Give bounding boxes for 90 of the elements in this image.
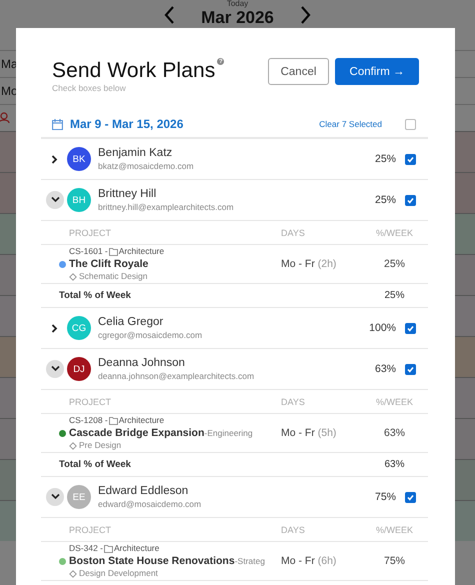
project-name: Boston State House Renovations (69, 554, 235, 568)
person-name: Brittney Hill (98, 187, 158, 201)
month-label: Mar 2026 (201, 8, 274, 27)
person-checkbox[interactable] (405, 194, 416, 206)
collapse-button[interactable] (46, 488, 64, 506)
diamond-icon (69, 442, 77, 450)
person-name: Celia Gregor (98, 315, 164, 329)
days-value: Mo - Fr (6h) (281, 555, 338, 567)
chevron-down-icon (50, 196, 60, 204)
confirm-button[interactable]: Confirm → (335, 58, 419, 85)
avatar: CG (67, 316, 91, 340)
percent-value: 25% (374, 194, 396, 206)
week-percent: 25% (382, 258, 406, 270)
project-phase: Pre Design (79, 440, 122, 451)
folder-icon (108, 247, 118, 256)
clear-selected-link[interactable]: Clear 7 Selected (319, 119, 382, 129)
percent-value: 25% (374, 153, 396, 165)
project-category: Architecture (118, 415, 164, 426)
avatar: BH (67, 188, 91, 212)
chevron-right-icon (50, 154, 60, 164)
project-code: DS-342 - (69, 543, 104, 554)
days-value: Mo - Fr (2h) (281, 258, 338, 270)
project-category: Architecture (118, 246, 164, 257)
check-icon (406, 196, 415, 204)
person-icon (0, 112, 10, 124)
cancel-button[interactable]: Cancel (268, 58, 329, 85)
person-email: cgregor@mosaicdemo.com (98, 329, 204, 341)
project-department: -Strateg (234, 555, 265, 568)
person-email: brittney.hill@examplearchitects.com (98, 201, 235, 213)
chevron-right-icon[interactable] (300, 5, 312, 25)
week-percent: 63% (382, 427, 406, 439)
total-label: Total % of Week (59, 290, 132, 301)
column-header: DAYS (281, 524, 306, 534)
percent-value: 63% (374, 363, 396, 375)
person-name: Benjamin Katz (98, 146, 174, 160)
modal-subtitle: Check boxes below (52, 83, 127, 93)
total-label: Total % of Week (59, 459, 132, 470)
column-header: %/WEEK (374, 228, 414, 238)
column-header: PROJECT (69, 228, 112, 238)
calendar-icon (52, 118, 63, 130)
modal-title: Send Work Plans (52, 58, 216, 84)
person-checkbox[interactable] (405, 322, 416, 334)
chevron-down-icon (50, 364, 60, 374)
project-category: Architecture (114, 543, 160, 554)
column-header: DAYS (281, 228, 306, 238)
project-phase: Schematic Design (79, 271, 148, 282)
person-email: bkatz@mosaicdemo.com (98, 160, 195, 172)
check-icon (406, 364, 415, 374)
person-checkbox[interactable] (405, 154, 416, 164)
person-checkbox[interactable] (405, 492, 416, 502)
diamond-icon (69, 272, 77, 280)
diamond-icon (69, 570, 77, 578)
column-header: PROJECT (69, 524, 112, 534)
avatar: BK (67, 147, 91, 171)
collapse-button[interactable] (46, 191, 64, 209)
chevron-left-icon[interactable] (163, 5, 176, 25)
person-email: edward@mosaicdemo.com (98, 498, 202, 510)
check-icon (406, 324, 415, 332)
chevron-right-icon (50, 324, 60, 332)
column-header: %/WEEK (374, 396, 414, 406)
project-code: CS-1208 - (69, 415, 108, 426)
avatar: DJ (67, 357, 91, 381)
folder-icon (104, 544, 114, 553)
project-code: CS-1601 - (69, 246, 108, 257)
project-department: -Engineering (204, 427, 253, 440)
avatar: EE (67, 485, 91, 509)
column-header: %/WEEK (374, 524, 414, 534)
check-icon (406, 154, 415, 164)
project-phase: Design Development (79, 568, 158, 579)
percent-value: 75% (374, 491, 396, 503)
person-name: Deanna Johnson (98, 356, 186, 370)
total-value: 63% (383, 459, 406, 470)
chevron-down-icon (50, 492, 60, 502)
today-link[interactable]: Today (226, 0, 248, 8)
person-email: deanna.johnson@examplearchitects.com (98, 370, 256, 382)
week-percent: 75% (382, 555, 406, 567)
project-name: The Clift Royale (69, 257, 148, 271)
date-range[interactable]: Mar 9 - Mar 15, 2026 (70, 117, 320, 131)
total-value: 25% (383, 290, 406, 301)
days-value: Mo - Fr (5h) (281, 427, 338, 439)
collapse-button[interactable] (46, 360, 64, 378)
percent-value: 100% (368, 322, 396, 334)
check-icon (406, 492, 415, 502)
folder-icon (108, 416, 118, 425)
column-header: PROJECT (69, 396, 112, 406)
project-name: Cascade Bridge Expansion (69, 426, 204, 440)
person-name: Edward Eddleson (98, 484, 190, 498)
select-all-checkbox[interactable] (405, 118, 416, 130)
person-checkbox[interactable] (405, 364, 416, 374)
column-header: DAYS (281, 396, 306, 406)
